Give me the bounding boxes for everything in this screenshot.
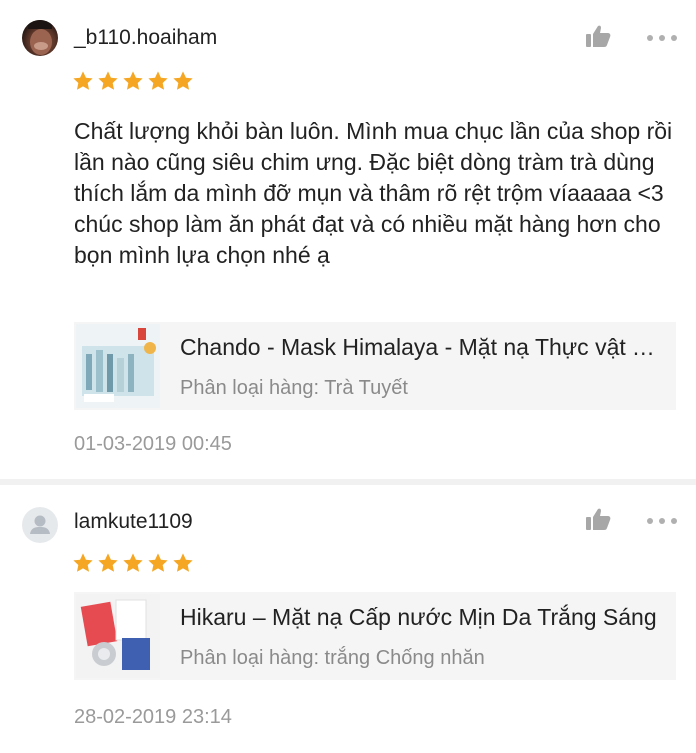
more-options-icon[interactable]	[646, 513, 678, 524]
more-options-icon[interactable]	[646, 30, 678, 41]
thumbs-up-icon[interactable]	[585, 507, 611, 531]
product-card[interactable]: Chando - Mask Himalaya - Mặt nạ Thực vật…	[74, 322, 676, 410]
default-avatar-icon[interactable]	[22, 507, 58, 543]
product-thumbnail[interactable]	[76, 324, 160, 408]
review-comment: Chất lượng khỏi bàn luôn. Mình mua chục …	[74, 118, 673, 268]
star-icon	[123, 71, 143, 90]
star-icon	[73, 71, 93, 90]
user-avatar[interactable]	[22, 20, 58, 56]
star-icon	[98, 71, 118, 90]
thumbs-up-icon[interactable]	[585, 24, 611, 48]
rating-stars	[72, 552, 194, 574]
star-icon	[173, 71, 193, 90]
star-icon	[98, 553, 118, 572]
star-icon	[123, 553, 143, 572]
review-date: 01-03-2019 00:45	[74, 433, 232, 455]
review-date: 28-02-2019 23:14	[74, 706, 232, 728]
product-thumbnail[interactable]	[76, 594, 160, 678]
username[interactable]: _b110.hoaiham	[74, 26, 217, 50]
product-variant: Phân loại hàng: trắng Chống nhăn	[180, 647, 485, 669]
star-icon	[148, 71, 168, 90]
username[interactable]: lamkute1109	[74, 510, 193, 534]
product-variant: Phân loại hàng: Trà Tuyết	[180, 377, 408, 399]
product-name[interactable]: Hikaru – Mặt nạ Cấp nước Mịn Da Trắng Sá…	[180, 604, 660, 631]
rating-stars	[72, 70, 194, 92]
star-icon	[73, 553, 93, 572]
product-name[interactable]: Chando - Mask Himalaya - Mặt nạ Thực vật…	[180, 334, 660, 361]
product-card[interactable]: Hikaru – Mặt nạ Cấp nước Mịn Da Trắng Sá…	[74, 592, 676, 680]
star-icon	[173, 553, 193, 572]
star-icon	[148, 553, 168, 572]
review-item: _b110.hoaiham Chất lượng khỏi bàn luôn. …	[0, 0, 696, 480]
